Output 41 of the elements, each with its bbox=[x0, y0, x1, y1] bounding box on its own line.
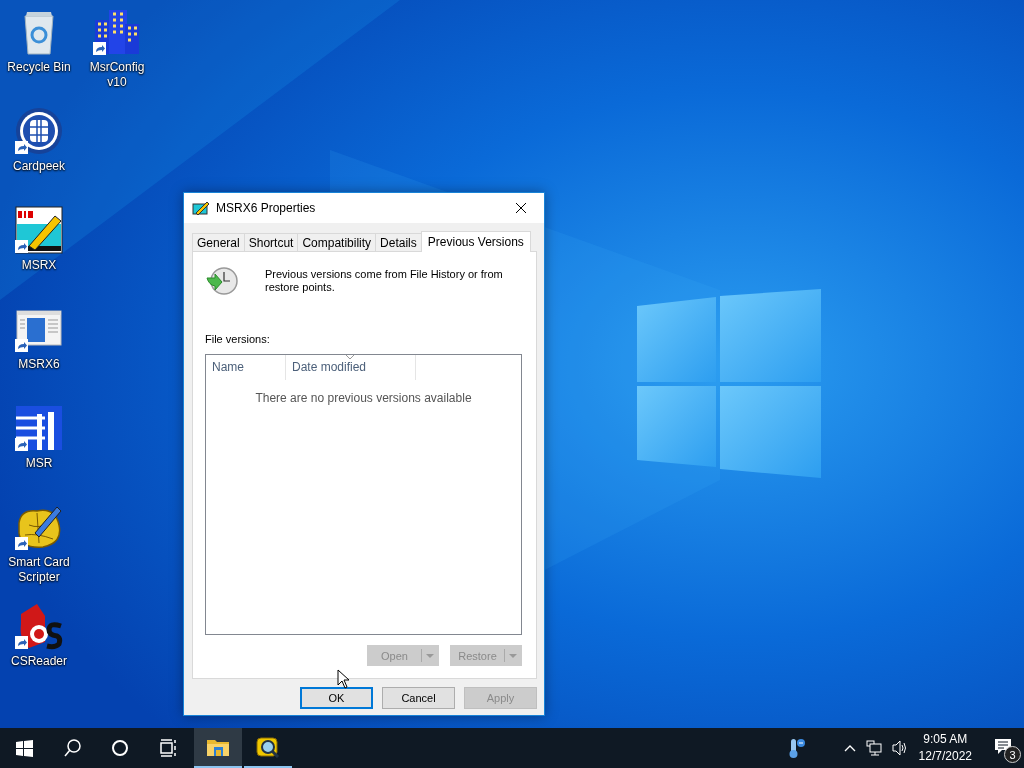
icon-label[interactable]: CSReader bbox=[3, 654, 75, 669]
sort-caret-icon bbox=[346, 355, 354, 359]
magnifier-chip-icon bbox=[256, 736, 280, 758]
close-icon bbox=[515, 202, 527, 214]
column-header[interactable]: Date modified bbox=[286, 355, 416, 380]
start-icon bbox=[15, 739, 33, 757]
icon-label[interactable]: MSRX6 bbox=[3, 357, 75, 372]
dialog-button[interactable]: Cancel bbox=[382, 687, 455, 709]
tab[interactable]: Previous Versions bbox=[420, 231, 531, 252]
icon-label[interactable]: MSRX bbox=[3, 258, 75, 273]
icon-label[interactable]: MSR bbox=[3, 456, 75, 471]
icon-label[interactable]: MsrConfig v10 bbox=[81, 60, 153, 90]
volume-icon[interactable] bbox=[891, 740, 908, 756]
pencil-app-icon[interactable] bbox=[15, 206, 63, 254]
list-label: File versions: bbox=[205, 333, 271, 345]
cortana-icon bbox=[111, 739, 129, 757]
clock-button[interactable]: 9:05 AM 12/7/2022 bbox=[912, 731, 978, 765]
chevron-up-icon[interactable] bbox=[843, 743, 856, 753]
notification-button[interactable]: 3 bbox=[984, 728, 1024, 768]
thermometer-icon[interactable] bbox=[787, 737, 806, 759]
cs-logo-icon[interactable] bbox=[15, 602, 63, 650]
icon-label[interactable]: Recycle Bin bbox=[3, 60, 75, 75]
column-header[interactable]: Name bbox=[206, 355, 286, 380]
task-view-icon bbox=[159, 739, 177, 757]
icon-label[interactable]: Smart Card Scripter bbox=[3, 555, 75, 585]
folder-button[interactable] bbox=[194, 728, 242, 768]
buildings-icon[interactable] bbox=[93, 8, 141, 56]
bars-logo-icon[interactable] bbox=[15, 404, 63, 452]
tab[interactable]: Compatibility bbox=[297, 233, 377, 251]
empty-message: There are no previous versions available bbox=[254, 391, 473, 405]
file-versions-list[interactable]: Name Date modified There are no previous versions available bbox=[205, 354, 522, 635]
count-badge: 3 bbox=[1004, 746, 1021, 763]
window-title: MSRX6 Properties bbox=[216, 201, 317, 215]
icon-label[interactable]: Cardpeek bbox=[3, 159, 75, 174]
chip-disc-icon[interactable] bbox=[15, 107, 63, 155]
dialog-button[interactable]: OK bbox=[300, 687, 373, 709]
search-icon bbox=[63, 739, 81, 757]
clock-arrow-icon bbox=[205, 266, 239, 298]
tab[interactable]: General bbox=[192, 233, 245, 251]
description-text: Previous versions come from File History or from restore points. bbox=[265, 268, 504, 295]
network-icon[interactable] bbox=[865, 740, 882, 756]
